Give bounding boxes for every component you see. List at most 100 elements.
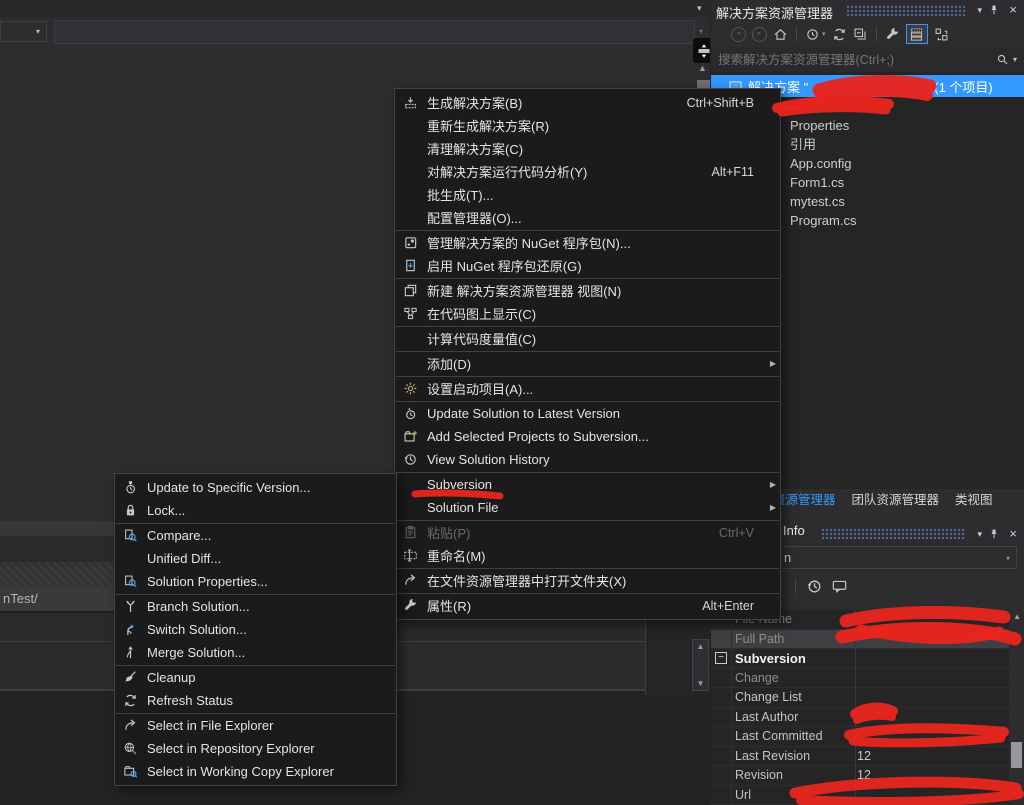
- properties-wrench-icon[interactable]: [885, 27, 900, 42]
- toolbar-overflow-icon[interactable]: ▾: [697, 3, 702, 14]
- pin-icon[interactable]: [988, 528, 1000, 541]
- scroll-up-icon[interactable]: ▲: [697, 642, 705, 651]
- new-view-icon: [400, 283, 421, 298]
- search-input[interactable]: [711, 53, 996, 67]
- forward-icon[interactable]: ►: [752, 27, 767, 42]
- menu-item[interactable]: 启用 NuGet 程序包还原(G): [395, 254, 780, 277]
- nuget-icon: [400, 235, 421, 250]
- menu-item[interactable]: Switch Solution...: [115, 618, 396, 641]
- cleanup-icon: [120, 670, 141, 685]
- menu-item[interactable]: 属性(R) Alt+Enter: [395, 594, 780, 617]
- property-row[interactable]: Change: [711, 669, 1024, 689]
- pin-icon[interactable]: [988, 4, 1000, 17]
- expander-icon: [715, 711, 727, 723]
- scroll-up-icon[interactable]: ▲: [1013, 612, 1021, 621]
- solution-label-suffix: (1 个项目): [934, 77, 993, 96]
- menu-item[interactable]: Refresh Status: [115, 689, 396, 712]
- scroll-down-icon[interactable]: ▼: [697, 679, 705, 688]
- property-row[interactable]: Change List: [711, 688, 1024, 708]
- history-icon[interactable]: [806, 578, 823, 595]
- back-icon[interactable]: ◄: [731, 27, 746, 42]
- menu-item[interactable]: Subversion ▶: [395, 473, 780, 496]
- filter-caret-icon[interactable]: ▾: [822, 30, 826, 38]
- menu-item[interactable]: 在代码图上显示(C): [395, 302, 780, 325]
- scrollbar-thumb[interactable]: [1011, 742, 1022, 768]
- comment-icon[interactable]: [831, 578, 848, 595]
- menu-item[interactable]: Update Solution to Latest Version: [395, 402, 780, 425]
- property-row[interactable]: − Subversion: [711, 649, 1024, 669]
- gear-icon: [400, 381, 421, 396]
- menu-item[interactable]: 管理解决方案的 NuGet 程序包(N)...: [395, 231, 780, 254]
- grid-scrollbar[interactable]: ▲: [1009, 610, 1024, 805]
- menu-item[interactable]: Branch Solution...: [115, 595, 396, 618]
- menu-item[interactable]: 新建 解决方案资源管理器 视图(N): [395, 279, 780, 302]
- search-caret-icon[interactable]: ▾: [1013, 55, 1017, 64]
- pending-changes-filter-icon[interactable]: [805, 27, 820, 42]
- menu-item[interactable]: Select in Working Copy Explorer: [115, 760, 396, 783]
- menu-item[interactable]: Add Selected Projects to Subversion...: [395, 425, 780, 448]
- close-icon[interactable]: ×: [1009, 2, 1017, 17]
- menu-item[interactable]: 清理解决方案(C): [395, 137, 780, 160]
- menu-item[interactable]: Cleanup: [115, 666, 396, 689]
- property-row[interactable]: Full Path: [711, 630, 1024, 650]
- menu-item[interactable]: 添加(D) ▶: [395, 352, 780, 375]
- sync-with-active-document-icon[interactable]: [934, 27, 949, 42]
- menu-item[interactable]: 重命名(M): [395, 544, 780, 567]
- menu-item[interactable]: 配置管理器(O)...: [395, 206, 780, 229]
- panel-title: 解决方案资源管理器: [716, 3, 833, 22]
- menu-item[interactable]: Solution File ▶: [395, 496, 780, 519]
- toolbar-field[interactable]: [54, 20, 695, 44]
- toolbar-overflow2-icon[interactable]: ▾: [699, 27, 703, 36]
- solution-explorer-titlebar[interactable]: 解决方案资源管理器 ▾ ×: [711, 0, 1024, 21]
- menu-item[interactable]: Unified Diff...: [115, 547, 396, 570]
- menu-item[interactable]: 对解决方案运行代码分析(Y) Alt+F11: [395, 160, 780, 183]
- panel-tab[interactable]: 团队资源管理器: [844, 489, 948, 512]
- menu-item[interactable]: Update to Specific Version...: [115, 476, 396, 499]
- property-label: Last Revision: [731, 749, 849, 763]
- window-position-icon[interactable]: ▾: [977, 529, 982, 540]
- panel-tab[interactable]: 类视图: [947, 489, 1001, 512]
- menu-item[interactable]: View Solution History: [395, 448, 780, 471]
- menu-item[interactable]: Lock...: [115, 499, 396, 522]
- open-folder-icon: [120, 718, 141, 733]
- menu-item[interactable]: 批生成(T)...: [395, 183, 780, 206]
- search-icon[interactable]: [996, 53, 1009, 66]
- menu-item[interactable]: Compare...: [115, 524, 396, 547]
- property-row[interactable]: Revision 12: [711, 766, 1024, 786]
- menu-item[interactable]: 在文件资源管理器中打开文件夹(X): [395, 569, 780, 592]
- menu-item[interactable]: Solution Properties...: [115, 570, 396, 593]
- property-grid: File Name Full Path − Subversion Change: [711, 610, 1024, 805]
- menu-item[interactable]: Merge Solution...: [115, 641, 396, 664]
- menu-item[interactable]: 计算代码度量值(C): [395, 327, 780, 350]
- refresh-icon[interactable]: [832, 27, 847, 42]
- property-row[interactable]: Last Author: [711, 708, 1024, 728]
- build-icon: [400, 95, 421, 110]
- menu-item[interactable]: 设置启动项目(A)...: [395, 377, 780, 400]
- solution-explorer-toolbar: ◄ ► ▾: [711, 21, 1024, 47]
- home-icon[interactable]: [773, 27, 788, 42]
- window-position-icon[interactable]: ▾: [977, 5, 982, 16]
- menu-item[interactable]: Select in Repository Explorer: [115, 737, 396, 760]
- menu-shortcut: Ctrl+V: [719, 526, 766, 540]
- close-icon[interactable]: ×: [1009, 526, 1017, 541]
- toolbar-combobox[interactable]: ▾: [0, 21, 47, 42]
- property-row[interactable]: Last Revision 12: [711, 747, 1024, 767]
- titlebar-texture: [821, 528, 966, 540]
- codemap-icon: [400, 306, 421, 321]
- collapse-all-icon[interactable]: [853, 27, 868, 42]
- solution-context-menu: 生成解决方案(B) Ctrl+Shift+B 重新生成解决方案(R) 清理解决方…: [394, 88, 781, 620]
- show-all-files-icon[interactable]: [906, 24, 928, 44]
- property-row[interactable]: Last Committed: [711, 727, 1024, 747]
- menu-item[interactable]: 重新生成解决方案(R): [395, 114, 780, 137]
- fragment-scrollbar[interactable]: ▲ ▼: [692, 639, 709, 691]
- panel-title: Info: [783, 523, 805, 538]
- scrollbar-up-icon[interactable]: ▲: [698, 63, 707, 73]
- update-specific-icon: [120, 480, 141, 495]
- property-label: Change List: [731, 690, 849, 704]
- caret-down-icon: ▾: [36, 27, 40, 36]
- menu-item[interactable]: 粘贴(P) Ctrl+V: [395, 521, 780, 544]
- property-row[interactable]: Url: [711, 786, 1024, 805]
- menu-item[interactable]: Select in File Explorer: [115, 714, 396, 737]
- refresh-icon: [120, 693, 141, 708]
- menu-item[interactable]: 生成解决方案(B) Ctrl+Shift+B: [395, 91, 780, 114]
